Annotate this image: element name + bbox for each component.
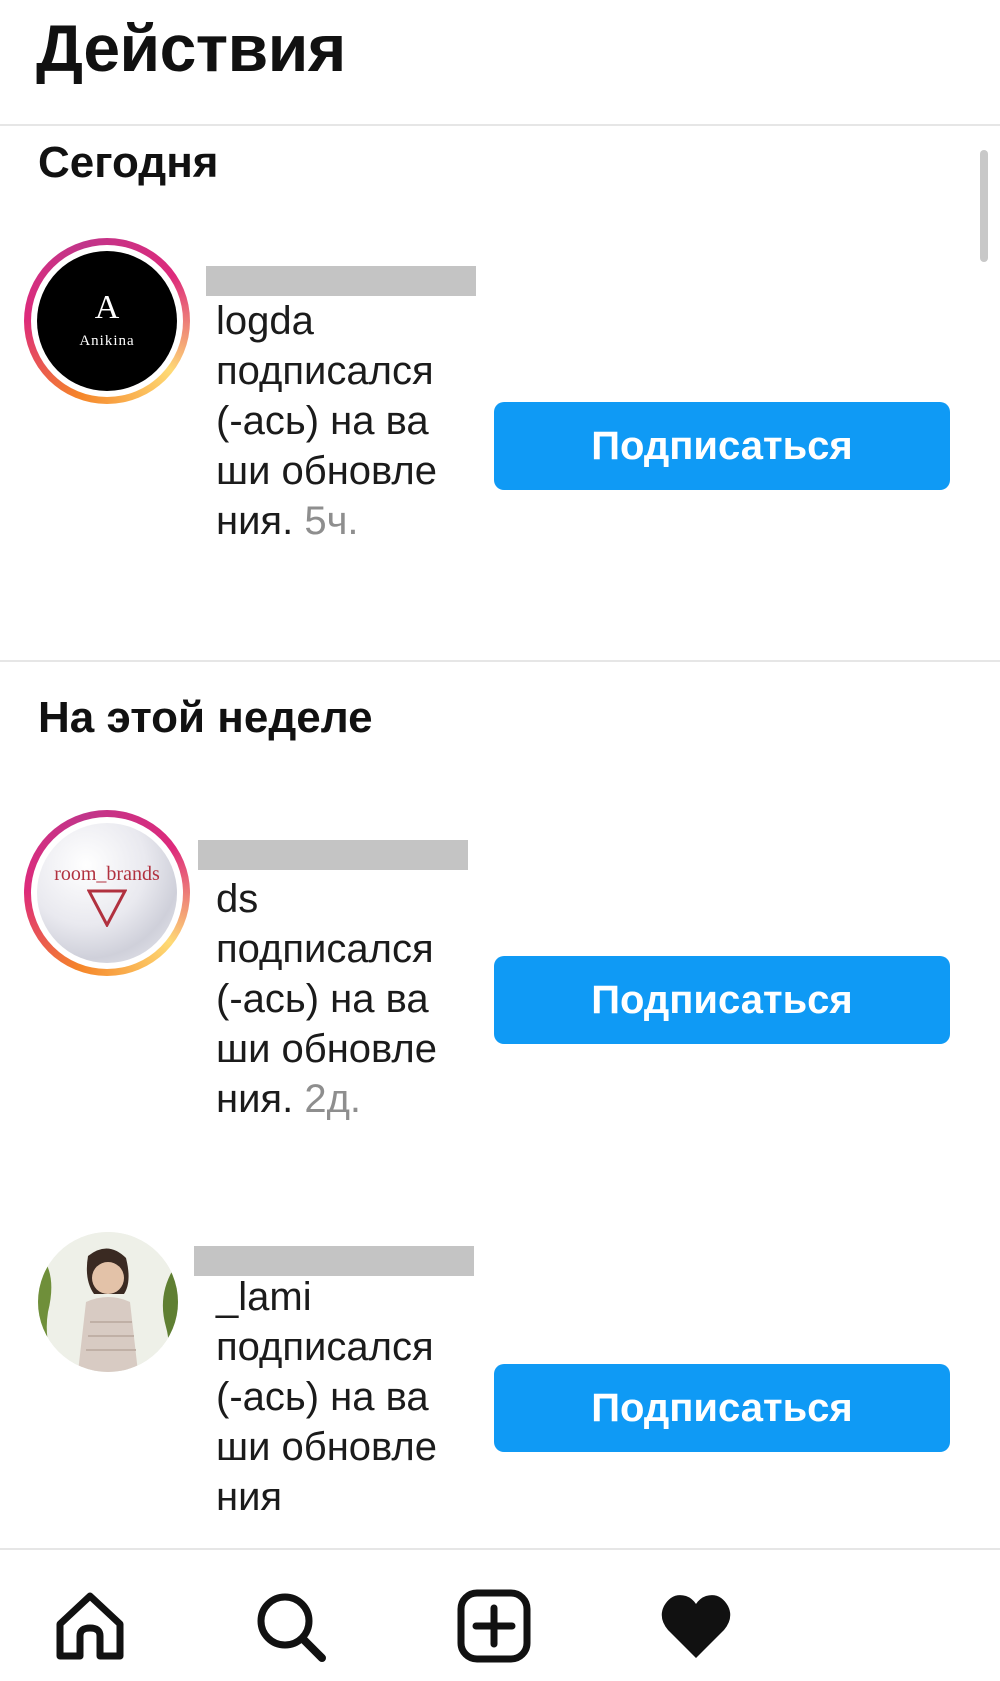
- notification-text: ds подписался(-ась) на ваши обновления. …: [216, 874, 456, 1124]
- username-link[interactable]: logda: [216, 299, 314, 343]
- avatar: room_brands: [37, 823, 177, 963]
- nav-activity[interactable]: [656, 1586, 736, 1666]
- avatar-logo-text: Anikina: [79, 333, 135, 349]
- header: Действия: [0, 0, 1000, 126]
- nav-add-post[interactable]: [454, 1586, 534, 1666]
- search-icon: [257, 1593, 326, 1662]
- page-title: Действия: [36, 11, 346, 85]
- triangle-logo-icon: [87, 889, 127, 927]
- scrollbar[interactable]: [980, 150, 988, 262]
- username-redaction: [198, 840, 468, 870]
- notification-time: 2д.: [304, 1077, 362, 1121]
- avatar[interactable]: [38, 1232, 178, 1372]
- profile-photo-icon: [38, 1232, 178, 1372]
- notification-action: подписался(-ась) на ваши обновления: [216, 1325, 437, 1519]
- username-redaction: [206, 266, 476, 296]
- avatar: A Anikina: [37, 251, 177, 391]
- username-link[interactable]: _lami: [216, 1275, 312, 1319]
- heart-icon: [661, 1595, 731, 1658]
- nav-home[interactable]: [50, 1586, 130, 1666]
- avatar-story-ring[interactable]: A Anikina: [24, 238, 190, 404]
- notification-text: logda подписался(-ась) на ваши обновлени…: [216, 296, 456, 546]
- nav-search[interactable]: [250, 1586, 330, 1666]
- follow-button[interactable]: Подписаться: [494, 956, 950, 1044]
- bottom-nav: [0, 1548, 1000, 1681]
- notification-text: _lami подписался(-ась) на ваши обновлени…: [216, 1272, 456, 1522]
- section-title-today: Сегодня: [38, 138, 219, 187]
- follow-button[interactable]: Подписаться: [494, 402, 950, 490]
- follow-button[interactable]: Подписаться: [494, 1364, 950, 1452]
- add-post-icon: [457, 1589, 531, 1663]
- home-icon: [56, 1592, 124, 1660]
- section-title-this-week: На этой неделе: [38, 693, 373, 742]
- avatar-logo-text: room_brands: [54, 863, 160, 885]
- section-divider: [0, 660, 1000, 662]
- notification-time: 5ч.: [304, 499, 359, 543]
- avatar-story-ring[interactable]: room_brands: [24, 810, 190, 976]
- username-link[interactable]: ds: [216, 877, 258, 921]
